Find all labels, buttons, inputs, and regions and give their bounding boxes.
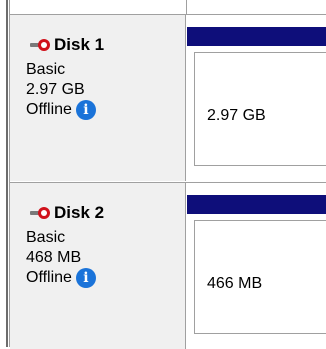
top-strip <box>10 0 326 14</box>
disk-capacity: 468 MB <box>26 249 82 266</box>
offline-disk-icon <box>26 36 52 54</box>
disk-type: Basic <box>26 229 66 246</box>
partition-size: 2.97 GB <box>207 107 266 124</box>
disk-info-panel[interactable]: Disk 1 Basic 2.97 GB Offline i <box>10 15 186 181</box>
partition-bar <box>187 195 326 214</box>
disk-status: Offline <box>26 101 72 118</box>
disk-status: Offline <box>26 269 72 286</box>
partition-bar <box>187 27 326 46</box>
partition-size: 466 MB <box>207 275 263 292</box>
partition-area[interactable]: 466 MB <box>187 183 326 349</box>
info-icon[interactable]: i <box>75 100 96 120</box>
disk-row-2[interactable]: Disk 2 Basic 468 MB Offline i 466 MB <box>10 182 326 349</box>
left-border <box>0 0 10 347</box>
info-icon[interactable]: i <box>75 268 96 288</box>
disk-title: Disk 1 <box>54 35 105 54</box>
disk-info-panel[interactable]: Disk 2 Basic 468 MB Offline i <box>10 183 186 349</box>
disk-row-1[interactable]: Disk 1 Basic 2.97 GB Offline i 2.97 GB <box>10 14 326 181</box>
offline-disk-icon <box>26 204 52 222</box>
disk-type: Basic <box>26 61 66 78</box>
disk-capacity: 2.97 GB <box>26 81 85 98</box>
partition-area[interactable]: 2.97 GB <box>187 15 326 181</box>
disk-title: Disk 2 <box>54 203 105 222</box>
